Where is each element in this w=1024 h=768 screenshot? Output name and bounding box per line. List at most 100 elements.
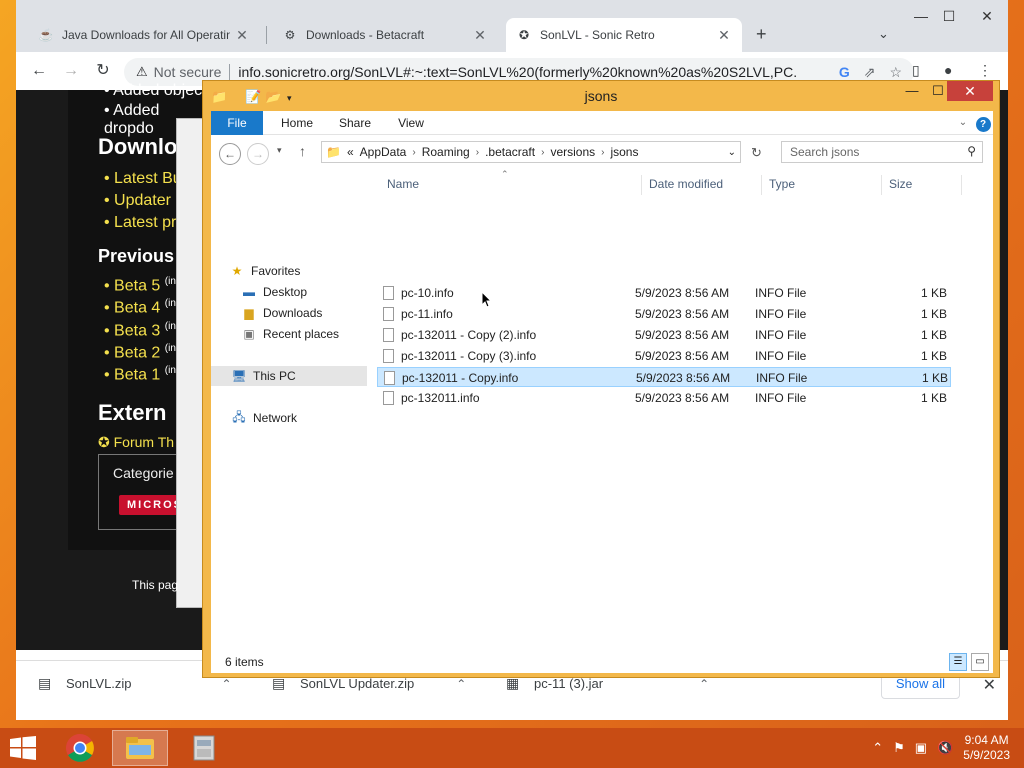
address-breadcrumb[interactable]: 📁 « AppData › Roaming › .betacraft › ver… xyxy=(321,141,741,163)
chrome-taskbar-button[interactable] xyxy=(52,730,108,766)
file-icon xyxy=(383,328,394,342)
close-icon[interactable]: ✕ xyxy=(972,8,1002,32)
forum-link[interactable]: ✪ Forum Th xyxy=(98,434,174,451)
refresh-icon[interactable]: ↻ xyxy=(751,145,762,161)
chevron-up-icon[interactable]: ⌃ xyxy=(699,677,709,691)
installer-taskbar-button[interactable] xyxy=(176,730,232,766)
column-header-type[interactable]: Type xyxy=(769,177,795,191)
recent-locations-icon[interactable]: ▾ xyxy=(277,145,282,156)
column-header-size[interactable]: Size xyxy=(889,177,912,191)
nav-downloads[interactable]: ▆ Downloads xyxy=(211,303,367,323)
breadcrumb-overflow[interactable]: « xyxy=(347,145,354,159)
back-icon[interactable]: ← xyxy=(219,143,241,165)
network-icon[interactable]: ▣ xyxy=(915,740,927,756)
action-center-flag-icon[interactable]: ⚑ xyxy=(893,740,905,756)
column-divider[interactable] xyxy=(641,175,642,195)
maximize-icon[interactable]: ☐ xyxy=(934,8,964,32)
file-row[interactable]: pc-10.info 5/9/2023 8:56 AM INFO File 1 … xyxy=(377,283,951,303)
clock[interactable]: 9:04 AM 5/9/2023 xyxy=(963,733,1010,763)
link-beta-4[interactable]: • Beta 4 (inf xyxy=(104,298,179,317)
file-explorer-taskbar-button[interactable] xyxy=(112,730,168,766)
profile-avatar-icon[interactable]: ● xyxy=(944,62,952,78)
link-beta-2[interactable]: • Beta 2 (inf xyxy=(104,343,179,362)
large-icons-view-icon[interactable]: ▭ xyxy=(971,653,989,671)
breadcrumb-appdata[interactable]: AppData xyxy=(360,145,407,159)
link-updater[interactable]: • Updater xyxy=(104,192,171,210)
close-button[interactable]: ✕ xyxy=(947,81,993,101)
tab-betacraft[interactable]: ⚙ Downloads - Betacraft ✕ xyxy=(272,18,498,52)
breadcrumb-betacraft[interactable]: .betacraft xyxy=(485,145,535,159)
zip-icon: ▤ xyxy=(38,675,52,691)
file-row[interactable]: pc-132011 - Copy (3).info 5/9/2023 8:56 … xyxy=(377,346,951,366)
close-icon[interactable]: ✕ xyxy=(472,27,488,44)
tab-file[interactable]: File xyxy=(211,111,263,135)
chevron-up-icon[interactable]: ⌃ xyxy=(456,677,466,691)
share-icon[interactable]: ⇗ xyxy=(864,64,876,81)
side-panel-icon[interactable]: ▯ xyxy=(912,62,920,79)
link-beta-5[interactable]: • Beta 5 (inf xyxy=(104,276,179,295)
link-latest-build[interactable]: • Latest Bui xyxy=(104,170,185,188)
tab-home[interactable]: Home xyxy=(271,111,323,135)
file-row-selected[interactable]: pc-132011 - Copy.info 5/9/2023 8:56 AM I… xyxy=(377,367,951,387)
link-latest-project[interactable]: • Latest pro xyxy=(104,214,185,232)
tab-share[interactable]: Share xyxy=(329,111,381,135)
chevron-right-icon[interactable]: › xyxy=(412,147,415,158)
system-tray: ⌃ ⚑ ▣ 🔇 9:04 AM 5/9/2023 xyxy=(872,728,1010,768)
menu-icon[interactable]: ⋮ xyxy=(978,62,992,79)
column-header-name[interactable]: Name xyxy=(387,177,419,191)
file-explorer-window: 📁 📝 📂 ▾ jsons — ☐ ✕ File Home Share View… xyxy=(202,80,1000,678)
link-beta-3[interactable]: • Beta 3 (inf xyxy=(104,321,179,340)
tab-view[interactable]: View xyxy=(385,111,437,135)
bookmark-star-icon[interactable]: ☆ xyxy=(889,64,902,81)
help-icon[interactable]: ? xyxy=(975,111,991,135)
chevron-right-icon[interactable]: › xyxy=(601,147,604,158)
search-input[interactable]: Search jsons ⚲ xyxy=(781,141,983,163)
column-divider[interactable] xyxy=(961,175,962,195)
file-row[interactable]: pc-11.info 5/9/2023 8:56 AM INFO File 1 … xyxy=(377,304,951,324)
chevron-up-icon[interactable]: ⌃ xyxy=(222,677,232,691)
reload-icon[interactable]: ↻ xyxy=(92,60,114,82)
nav-favorites[interactable]: ★ Favorites xyxy=(211,261,367,281)
tab-search-button[interactable]: ⌄ xyxy=(878,26,889,42)
back-icon[interactable]: ← xyxy=(28,60,50,82)
nav-network[interactable]: 🖧 Network xyxy=(211,408,367,428)
sonicretro-icon: ✪ xyxy=(518,28,530,42)
details-view-icon[interactable]: ☰ xyxy=(949,653,967,671)
tab-sonlvl[interactable]: ✪ SonLVL - Sonic Retro ✕ xyxy=(506,18,742,52)
minimize-icon[interactable]: — xyxy=(906,8,936,32)
explorer-titlebar[interactable]: 📁 📝 📂 ▾ jsons — ☐ ✕ xyxy=(203,81,999,111)
windows-start-icon[interactable] xyxy=(10,736,36,760)
close-icon[interactable]: ✕ xyxy=(983,675,996,695)
column-divider[interactable] xyxy=(761,175,762,195)
chevron-right-icon[interactable]: › xyxy=(476,147,479,158)
close-icon[interactable]: ✕ xyxy=(716,27,732,44)
file-icon xyxy=(383,286,394,300)
nav-desktop[interactable]: ▬ Desktop xyxy=(211,282,367,302)
url-text[interactable]: info.sonicretro.org/SonLVL#:~:text=SonLV… xyxy=(238,64,798,80)
chevron-right-icon[interactable]: › xyxy=(541,147,544,158)
close-icon[interactable]: ✕ xyxy=(234,27,250,44)
file-row[interactable]: pc-132011 - Copy (2).info 5/9/2023 8:56 … xyxy=(377,325,951,345)
security-label[interactable]: Not secure xyxy=(154,64,222,80)
nav-recent-places[interactable]: ▣ Recent places xyxy=(211,324,367,344)
file-row[interactable]: pc-132011.info 5/9/2023 8:56 AM INFO Fil… xyxy=(377,388,951,408)
star-icon: ★ xyxy=(231,264,243,278)
column-header-date[interactable]: Date modified xyxy=(649,177,723,191)
up-arrow-icon[interactable]: ↑ xyxy=(299,143,306,159)
breadcrumb-jsons[interactable]: jsons xyxy=(610,145,638,159)
forward-icon[interactable]: → xyxy=(60,60,82,82)
forward-icon[interactable]: → xyxy=(247,143,269,165)
chevron-down-icon[interactable]: ⌄ xyxy=(728,147,736,158)
tab-java-downloads[interactable]: ☕ Java Downloads for All Operating ✕ xyxy=(28,18,260,52)
link-beta-1[interactable]: • Beta 1 (inf xyxy=(104,365,179,384)
breadcrumb-versions[interactable]: versions xyxy=(550,145,595,159)
google-icon[interactable]: G xyxy=(839,64,850,81)
chevron-down-icon[interactable]: ⌄ xyxy=(955,111,971,135)
volume-muted-icon[interactable]: 🔇 xyxy=(937,740,953,756)
show-hidden-icons-icon[interactable]: ⌃ xyxy=(872,740,883,756)
breadcrumb-roaming[interactable]: Roaming xyxy=(422,145,470,159)
nav-this-pc[interactable]: 🖥 This PC xyxy=(211,366,367,386)
column-divider[interactable] xyxy=(881,175,882,195)
minimize-icon[interactable]: — xyxy=(899,83,925,103)
new-tab-button[interactable]: + xyxy=(756,24,767,45)
